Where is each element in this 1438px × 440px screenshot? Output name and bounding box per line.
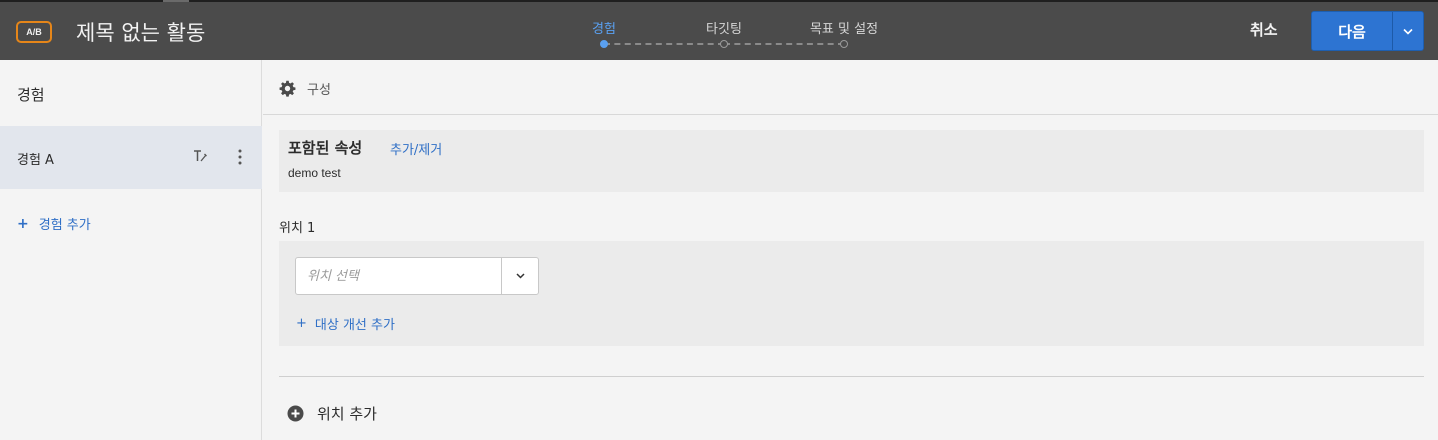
- configuration-bar: 구성: [263, 60, 1438, 115]
- experience-item-label: 경험 A: [17, 153, 54, 168]
- chevron-down-icon: [515, 273, 525, 279]
- location-label: 위치 1: [279, 221, 316, 236]
- step-connector: [724, 43, 844, 45]
- location-select-toggle[interactable]: [501, 258, 538, 294]
- ab-test-badge: A/B: [16, 21, 52, 43]
- sidebar-title: 경험: [17, 86, 45, 104]
- configuration-label[interactable]: 구성: [307, 79, 331, 98]
- experience-sidebar: 경험 경험 A + 경험 추가: [0, 60, 262, 440]
- add-improvement-link[interactable]: + 대상 개선 추가: [296, 314, 395, 333]
- included-properties-panel: 포함된 속성 추가/제거 demo test: [279, 130, 1424, 192]
- next-button-group: 다음: [1311, 11, 1424, 51]
- gear-icon[interactable]: [279, 80, 296, 97]
- add-improvement-label: 대상 개선 추가: [314, 318, 395, 333]
- included-properties-title: 포함된 속성: [288, 139, 363, 157]
- next-dropdown-button[interactable]: [1393, 12, 1423, 50]
- step-goals-settings[interactable]: 목표 및 설정: [810, 18, 878, 37]
- plus-icon: +: [17, 215, 29, 232]
- location-select[interactable]: [295, 257, 539, 295]
- add-experience-link[interactable]: + 경험 추가: [17, 214, 91, 234]
- location-panel: + 대상 개선 추가: [279, 241, 1424, 346]
- location-select-input[interactable]: [296, 258, 501, 294]
- plus-icon: +: [296, 316, 307, 331]
- included-properties-value: demo test: [288, 166, 341, 180]
- add-experience-label: 경험 추가: [38, 218, 91, 233]
- main-panel: 구성 포함된 속성 추가/제거 demo test 위치 1 + 대상 개선 추…: [263, 60, 1438, 440]
- step-experience[interactable]: 경험: [592, 18, 616, 37]
- header-bar: A/B 제목 없는 활동 경험 타깃팅 목표 및 설정 취소 다음: [0, 2, 1438, 60]
- step-dot[interactable]: [720, 40, 728, 48]
- step-targeting[interactable]: 타깃팅: [706, 18, 742, 37]
- step-dot-active[interactable]: [600, 40, 608, 48]
- rename-icon[interactable]: [192, 148, 208, 164]
- workflow-stepper: 경험 타깃팅 목표 및 설정: [560, 16, 900, 52]
- next-button[interactable]: 다음: [1312, 12, 1392, 50]
- add-remove-properties-link[interactable]: 추가/제거: [390, 139, 442, 158]
- section-divider: [279, 376, 1424, 377]
- add-location-button[interactable]: 위치 추가: [287, 403, 377, 424]
- cancel-button[interactable]: 취소: [1250, 19, 1278, 40]
- add-circle-icon: [287, 405, 304, 422]
- step-connector: [604, 43, 724, 45]
- activity-title[interactable]: 제목 없는 활동: [76, 17, 205, 47]
- step-dot[interactable]: [840, 40, 848, 48]
- more-vertical-icon[interactable]: [233, 148, 247, 166]
- chevron-down-icon: [1403, 28, 1413, 35]
- add-location-label: 위치 추가: [317, 405, 377, 423]
- experience-item-a[interactable]: 경험 A: [0, 126, 262, 189]
